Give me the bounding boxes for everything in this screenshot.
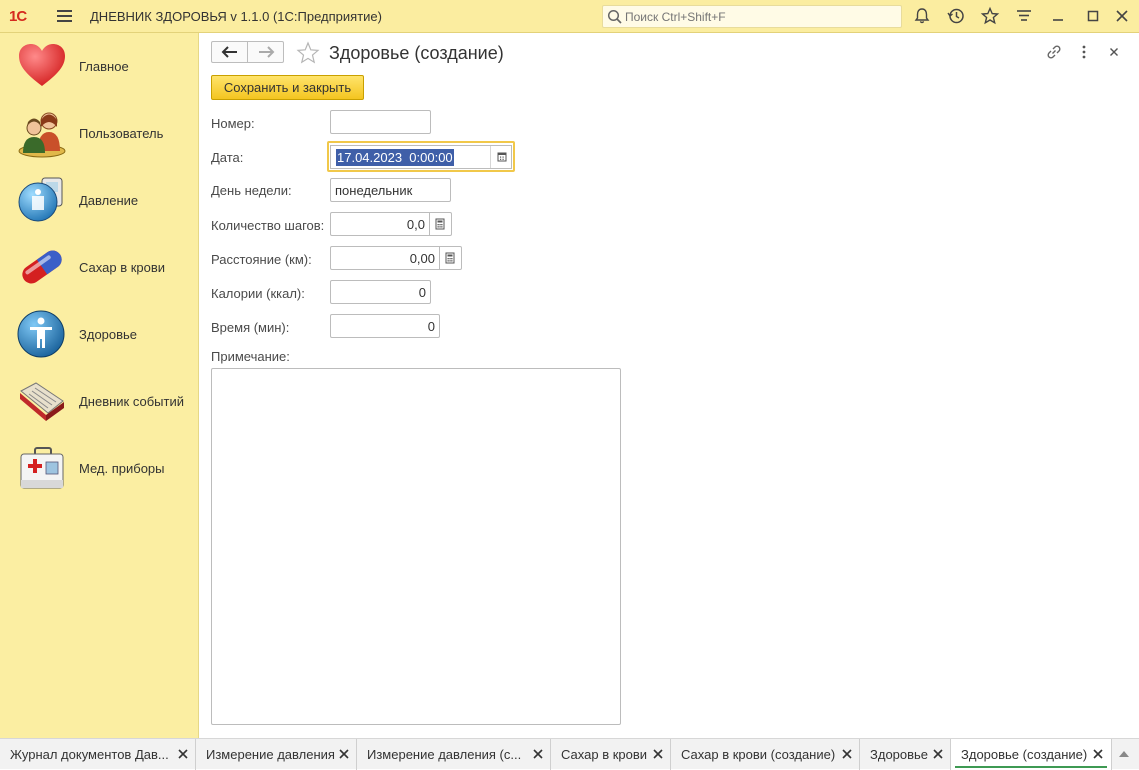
diary-icon — [20, 382, 64, 421]
tab-close-icon[interactable] — [933, 749, 943, 759]
time-field[interactable] — [330, 314, 440, 338]
date-label: Дата: — [211, 150, 244, 165]
arrow-left-icon — [221, 46, 237, 58]
calendar-icon — [497, 152, 507, 162]
tab-blood-sugar-create[interactable]: Сахар в крови (создание) — [671, 739, 860, 770]
distance-field[interactable] — [330, 246, 440, 270]
search-input[interactable] — [625, 8, 895, 26]
tab-pressure-measurement[interactable]: Измерение давления — [196, 739, 357, 770]
tab-pressure-measurement-create[interactable]: Измерение давления (с... — [357, 739, 551, 770]
number-label: Номер: — [211, 116, 255, 131]
medkit-icon — [20, 447, 64, 489]
sidebar-item-event-diary[interactable]: Дневник событий — [0, 370, 199, 432]
sidebar-item-label: Дневник событий — [79, 394, 185, 409]
tab-label: Журнал документов Дав... — [10, 747, 169, 762]
distance-calculator-button[interactable] — [440, 246, 462, 270]
date-picker-button[interactable] — [490, 146, 512, 168]
tabs-scroll-up-icon[interactable] — [1118, 749, 1130, 759]
favorites-star-icon[interactable] — [980, 6, 1000, 26]
save-and-close-button[interactable]: Сохранить и закрыть — [211, 75, 364, 100]
sidebar-item-label: Здоровье — [79, 327, 138, 342]
tab-label: Здоровье — [870, 747, 929, 762]
sidebar-item-label: Сахар в крови — [79, 260, 166, 275]
sections-panel: Главное Пользователь Давление Сахар в кр… — [0, 33, 199, 738]
sidebar-item-user[interactable]: Пользователь — [0, 102, 199, 164]
sidebar-item-med-devices[interactable]: Мед. приборы — [0, 437, 199, 499]
weekday-field[interactable] — [330, 178, 451, 202]
date-field[interactable]: 17.04.2023 0:00:00 — [327, 141, 515, 172]
more-actions-icon[interactable] — [1075, 43, 1093, 61]
tab-label: Сахар в крови — [561, 747, 648, 762]
maximize-icon[interactable] — [1083, 6, 1103, 26]
sidebar-item-label: Главное — [79, 59, 129, 74]
tab-close-icon[interactable] — [339, 749, 349, 759]
tab-close-icon[interactable] — [1093, 749, 1103, 759]
pill-icon — [22, 250, 62, 284]
nav-buttons — [211, 41, 284, 63]
sidebar-item-label: Давление — [79, 193, 139, 208]
tab-close-icon[interactable] — [533, 749, 543, 759]
tab-blood-sugar[interactable]: Сахар в крови — [551, 739, 671, 770]
window-close-icon[interactable] — [1112, 6, 1132, 26]
favorite-star-icon[interactable] — [296, 41, 320, 65]
calculator-icon — [445, 252, 455, 264]
link-icon[interactable] — [1045, 43, 1063, 61]
global-search[interactable] — [602, 5, 902, 28]
pressure-icon — [18, 177, 63, 222]
tab-close-icon[interactable] — [653, 749, 663, 759]
form-title: Здоровье (создание) — [329, 43, 504, 63]
open-windows-bar: Журнал документов Дав... Измерение давле… — [0, 738, 1139, 770]
note-label: Примечание: — [211, 349, 290, 364]
main-menu-icon[interactable] — [57, 10, 72, 22]
tab-close-icon[interactable] — [178, 749, 188, 759]
form-close-icon[interactable] — [1105, 43, 1123, 61]
tab-pressure-journal[interactable]: Журнал документов Дав... — [0, 739, 196, 770]
tab-health[interactable]: Здоровье — [860, 739, 951, 770]
heart-icon — [19, 44, 65, 86]
note-field[interactable] — [211, 368, 621, 725]
tab-label: Сахар в крови (создание) — [681, 747, 836, 762]
time-label: Время (мин): — [211, 320, 290, 335]
forward-button[interactable] — [248, 42, 284, 62]
date-value[interactable]: 17.04.2023 0:00:00 — [336, 149, 454, 166]
tab-close-icon[interactable] — [842, 749, 852, 759]
tab-label: Измерение давления (с... — [367, 747, 522, 762]
tab-label: Здоровье (создание) — [961, 747, 1088, 762]
calories-label: Калории (ккал): — [211, 286, 305, 301]
back-button[interactable] — [212, 42, 248, 62]
calculator-icon — [435, 218, 445, 230]
users-icon — [18, 112, 66, 158]
sidebar-item-pressure[interactable]: Давление — [0, 169, 199, 231]
calories-field[interactable] — [330, 280, 431, 304]
sidebar-item-label: Мед. приборы — [79, 461, 165, 476]
sidebar-item-label: Пользователь — [79, 126, 164, 141]
app-logo: 1С — [9, 8, 27, 25]
steps-label: Количество шагов: — [211, 218, 325, 233]
distance-label: Расстояние (км): — [211, 252, 312, 267]
history-icon[interactable] — [946, 6, 966, 26]
search-icon — [607, 9, 622, 24]
minimize-icon[interactable] — [1048, 6, 1068, 26]
settings-menu-icon[interactable] — [1014, 6, 1034, 26]
bell-icon[interactable] — [912, 6, 932, 26]
app-title: ДНЕВНИК ЗДОРОВЬЯ v 1.1.0 (1С:Предприятие… — [90, 9, 382, 24]
person-icon — [17, 310, 65, 358]
steps-calculator-button[interactable] — [430, 212, 452, 236]
sidebar-item-blood-sugar[interactable]: Сахар в крови — [0, 236, 199, 298]
steps-field[interactable] — [330, 212, 430, 236]
title-bar: 1С ДНЕВНИК ЗДОРОВЬЯ v 1.1.0 (1С:Предприя… — [0, 0, 1139, 33]
arrow-right-icon — [259, 46, 275, 58]
sidebar-item-health[interactable]: Здоровье — [0, 303, 199, 365]
form-area: Здоровье (создание) Сохранить и закрыть … — [199, 33, 1139, 738]
weekday-label: День недели: — [211, 183, 292, 198]
sidebar-item-main[interactable]: Главное — [0, 35, 199, 97]
tab-label: Измерение давления — [206, 747, 335, 762]
tab-health-create[interactable]: Здоровье (создание) — [951, 739, 1112, 770]
number-field[interactable] — [330, 110, 431, 134]
